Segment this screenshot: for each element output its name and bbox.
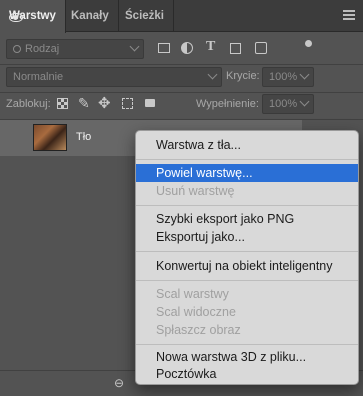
context-menu: Warstwa z tła... Powiel warstwę... Usuń … [135,130,359,385]
menu-separator [136,251,358,252]
type-filter-icon[interactable]: T [206,39,215,55]
menu-separator [136,205,358,206]
divider [0,64,363,65]
menu-item-postcard[interactable]: Pocztówka [136,365,358,383]
menu-separator [136,159,358,160]
chevron-down-icon [207,69,218,80]
menu-item-quick-export-png[interactable]: Szybki eksport jako PNG [136,210,358,228]
menu-item-layer-from-background[interactable]: Warstwa z tła... [136,136,358,154]
layer-name: Tło [76,131,92,143]
lock-label: Zablokuj: [6,98,51,110]
divider [0,92,363,93]
lock-position-icon[interactable]: ✥ [98,94,111,112]
menu-item-export-as[interactable]: Eksportuj jako... [136,228,358,246]
menu-item-delete-layer: Usuń warstwę [156,184,235,198]
blend-mode-value: Normalnie [13,71,64,83]
tab-bar: Warstwy Kanały Ścieżki [0,0,363,33]
adjustment-filter-icon[interactable] [181,42,193,54]
layer-thumbnail [33,124,67,151]
menu-item-merge-visible: Scal widoczne [156,305,236,319]
lock-all-icon[interactable] [145,99,155,107]
menu-item-duplicate-layer[interactable]: Powiel warstwę... [136,164,358,182]
menu-item-new-3d-layer[interactable]: Nowa warstwa 3D z pliku... [136,348,358,366]
blend-mode-select[interactable]: Normalnie [6,67,222,87]
fill-input[interactable]: 100% [262,94,314,114]
menu-separator [136,344,358,345]
lock-image-pixels-icon[interactable]: ✎ [78,95,90,112]
chevron-down-icon [299,69,310,80]
smart-object-filter-icon[interactable] [255,42,267,54]
link-layers-icon[interactable]: ⊖ [114,376,124,390]
eye-icon[interactable] [9,13,23,22]
lock-transparent-pixels-icon[interactable] [57,98,68,109]
filter-kind-label: Rodzaj [25,43,60,55]
menu-item-convert-smart-object[interactable]: Konwertuj na obiekt inteligentny [136,257,358,275]
opacity-value: 100% [269,71,298,83]
image-filter-icon[interactable] [158,43,170,53]
opacity-label: Krycie: [226,70,260,82]
menu-item-merge-layers: Scal warstwy [156,287,229,301]
opacity-input[interactable]: 100% [262,67,314,87]
fill-value: 100% [269,98,298,110]
layers-panel: Warstwy Kanały Ścieżki Rodzaj T Normalni… [0,0,363,396]
menu-item-flatten-image: Spłaszcz obraz [156,323,241,337]
panel-menu-icon[interactable] [343,10,355,20]
fill-label: Wypełnienie: [196,98,259,110]
menu-separator [136,280,358,281]
chevron-down-icon [299,96,310,107]
filter-kind-select[interactable]: Rodzaj [6,39,144,59]
shape-filter-icon[interactable] [230,43,241,54]
lock-artboard-icon[interactable] [122,98,133,109]
chevron-down-icon [129,41,140,52]
search-icon [13,45,21,53]
tab-sciezki[interactable]: Ścieżki [116,0,174,32]
filter-toggle-icon[interactable] [305,40,312,47]
tab-kanaly[interactable]: Kanały [62,0,119,32]
